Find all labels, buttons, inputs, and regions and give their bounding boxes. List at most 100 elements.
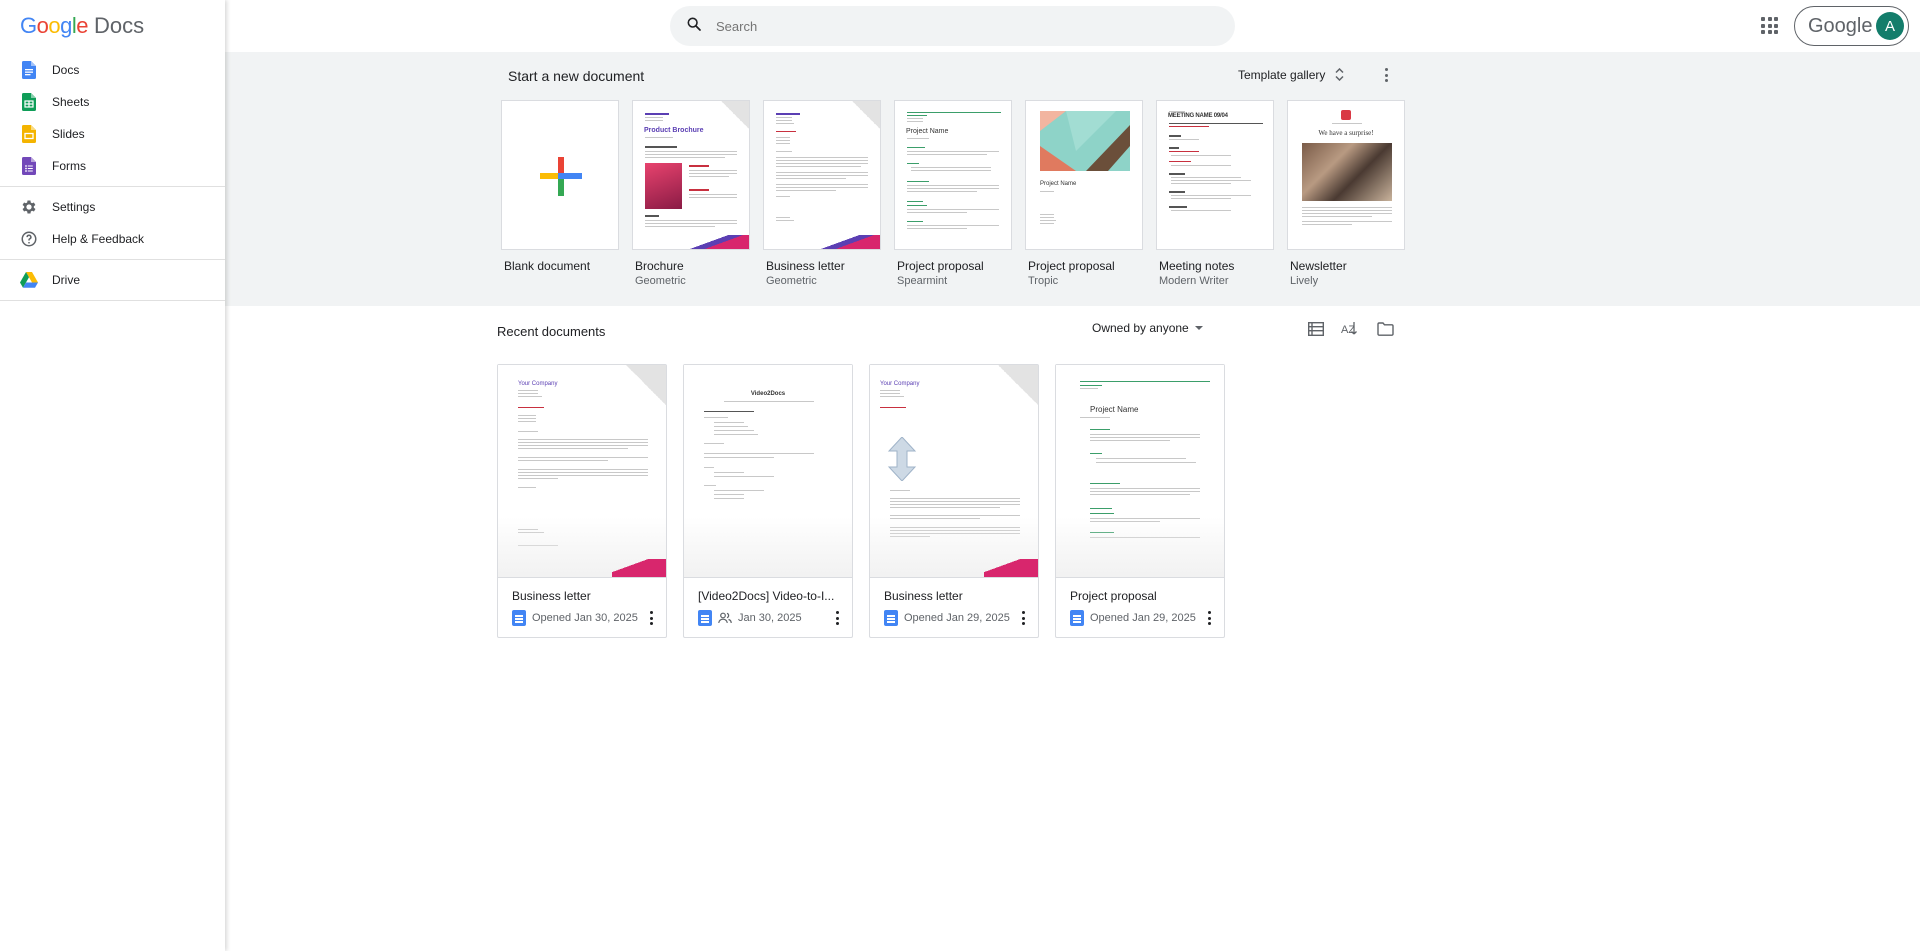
- document-meta: Jan 30, 2025: [698, 610, 802, 626]
- template-gallery-label: Template gallery: [1238, 68, 1326, 82]
- template-business-letter[interactable]: Business letter Geometric: [763, 100, 894, 287]
- plus-icon: [540, 157, 582, 196]
- sidebar-item-label: Docs: [52, 63, 80, 77]
- more-options-icon[interactable]: [1022, 611, 1026, 625]
- template-thumbnail[interactable]: [501, 100, 619, 250]
- doc-thumb-video2docs: Video2Docs: [750, 391, 786, 397]
- drive-icon: [20, 271, 38, 289]
- sidebar-item-help[interactable]: Help & Feedback: [0, 223, 225, 255]
- template-meeting-notes[interactable]: MEETING NAME 09/04 Meeting notes Modern …: [1156, 100, 1287, 287]
- more-options-icon[interactable]: [836, 611, 840, 625]
- document-card[interactable]: Your Company Business letter Opened Jan …: [497, 364, 667, 638]
- search-input[interactable]: [716, 18, 1196, 34]
- search-icon[interactable]: [686, 16, 702, 37]
- docs-wordmark: Docs: [94, 13, 145, 38]
- template-thumbnail[interactable]: Project Name: [1025, 100, 1143, 250]
- recent-documents-grid: Your Company Business letter Opened Jan …: [497, 364, 1241, 638]
- phone-image: [645, 163, 682, 209]
- document-thumbnail: Video2Docs: [684, 365, 852, 578]
- template-thumbnail[interactable]: We have a surprise!: [1287, 100, 1405, 250]
- sidebar-item-settings[interactable]: Settings: [0, 191, 225, 223]
- side-menu: Google Docs Docs Sheets Slides Forms Set…: [0, 0, 225, 951]
- svg-text:AZ: AZ: [1341, 324, 1355, 336]
- template-gallery-button[interactable]: Template gallery: [1232, 62, 1350, 88]
- google-docs-logo[interactable]: Google Docs: [0, 0, 225, 52]
- sidebar-item-forms[interactable]: Forms: [0, 150, 225, 182]
- sidebar-item-label: Settings: [52, 200, 96, 214]
- template-name: Business letter: [766, 259, 845, 273]
- template-blank[interactable]: Blank document: [501, 100, 632, 287]
- template-name: Brochure: [635, 259, 684, 273]
- document-card[interactable]: Video2Docs [Video2Docs] Video-to-I... Ja…: [683, 364, 853, 638]
- document-name: Business letter: [512, 589, 591, 603]
- document-card[interactable]: Your Company Business letter Opened Jan …: [869, 364, 1039, 638]
- sidebar-item-label: Forms: [52, 159, 86, 173]
- avatar[interactable]: A: [1876, 12, 1904, 40]
- template-thumbnail[interactable]: MEETING NAME 09/04: [1156, 100, 1274, 250]
- template-subtitle: Spearmint: [897, 275, 948, 287]
- template-thumbnail[interactable]: [763, 100, 881, 250]
- drive-nav: Drive: [0, 260, 225, 301]
- search-bar[interactable]: [670, 6, 1235, 46]
- docs-icon: [512, 610, 526, 626]
- gear-icon: [20, 198, 38, 216]
- docs-icon: [1070, 610, 1084, 626]
- document-date: Opened Jan 30, 2025: [532, 612, 638, 624]
- document-date: Opened Jan 29, 2025: [904, 612, 1010, 624]
- folder-icon[interactable]: [1376, 320, 1394, 338]
- document-name: Business letter: [884, 589, 963, 603]
- template-name: Newsletter: [1290, 259, 1347, 273]
- tropic-thumb-title: Project Name: [1040, 181, 1077, 187]
- document-date: Opened Jan 29, 2025: [1090, 612, 1196, 624]
- sheets-icon: [20, 93, 38, 111]
- template-project-proposal-tropic[interactable]: Project Name Project proposal Tropic: [1025, 100, 1156, 287]
- doc-thumb-company: Your Company: [518, 381, 558, 387]
- document-thumbnail: Your Company: [498, 365, 666, 578]
- top-bar: Google A: [225, 0, 1920, 52]
- arrow-graphic: [887, 437, 917, 481]
- template-section: Start a new document Template gallery Bl…: [225, 52, 1920, 306]
- sidebar-item-drive[interactable]: Drive: [0, 264, 225, 296]
- document-meta: Opened Jan 29, 2025: [1070, 610, 1196, 626]
- sort-az-icon[interactable]: AZ: [1341, 320, 1359, 338]
- meeting-thumb-title: MEETING NAME 09/04: [1168, 113, 1228, 119]
- owner-filter-dropdown[interactable]: Owned by anyone: [1092, 321, 1203, 335]
- template-newsletter[interactable]: We have a surprise! Newsletter Lively: [1287, 100, 1418, 287]
- recent-documents-title: Recent documents: [497, 324, 606, 339]
- template-brochure[interactable]: Product Brochure Brochure Geometric: [632, 100, 763, 287]
- owner-filter-label: Owned by anyone: [1092, 321, 1189, 335]
- google-wordmark: Google: [20, 13, 89, 38]
- template-subtitle: Geometric: [635, 275, 686, 287]
- document-date: Jan 30, 2025: [738, 612, 802, 624]
- more-options-icon[interactable]: [650, 611, 654, 625]
- template-subtitle: Lively: [1290, 275, 1319, 287]
- template-name: Blank document: [504, 259, 591, 273]
- sidebar-item-slides[interactable]: Slides: [0, 118, 225, 150]
- template-project-proposal-spearmint[interactable]: Project Name Project proposal Spearmint: [894, 100, 1025, 287]
- newsletter-heart-icon: [1341, 110, 1351, 120]
- list-view-icon[interactable]: [1307, 320, 1325, 338]
- template-subtitle: Geometric: [766, 275, 817, 287]
- document-thumbnail: Project Name: [1056, 365, 1224, 578]
- template-thumbnail[interactable]: Product Brochure: [632, 100, 750, 250]
- settings-nav: Settings Help & Feedback: [0, 187, 225, 260]
- template-name: Meeting notes: [1159, 259, 1235, 273]
- document-meta: Opened Jan 30, 2025: [512, 610, 638, 626]
- sidebar-item-docs[interactable]: Docs: [0, 54, 225, 86]
- newsletter-image: [1302, 143, 1392, 201]
- proposal-thumb-title: Project Name: [906, 128, 949, 135]
- account-button[interactable]: Google A: [1794, 6, 1909, 46]
- document-name: Project proposal: [1070, 589, 1157, 603]
- template-thumbnail[interactable]: Project Name: [894, 100, 1012, 250]
- google-account-label: Google: [1808, 14, 1873, 37]
- template-more-icon[interactable]: [1378, 66, 1394, 84]
- document-card[interactable]: Project Name Project proposal Opened Jan: [1055, 364, 1225, 638]
- doc-thumb-company: Your Company: [880, 381, 920, 387]
- docs-icon: [698, 610, 712, 626]
- docs-icon: [20, 61, 38, 79]
- template-subtitle: Modern Writer: [1159, 275, 1229, 287]
- more-options-icon[interactable]: [1208, 611, 1212, 625]
- apps-grid-icon[interactable]: [1759, 15, 1779, 35]
- apps-nav: Docs Sheets Slides Forms: [0, 52, 225, 187]
- sidebar-item-sheets[interactable]: Sheets: [0, 86, 225, 118]
